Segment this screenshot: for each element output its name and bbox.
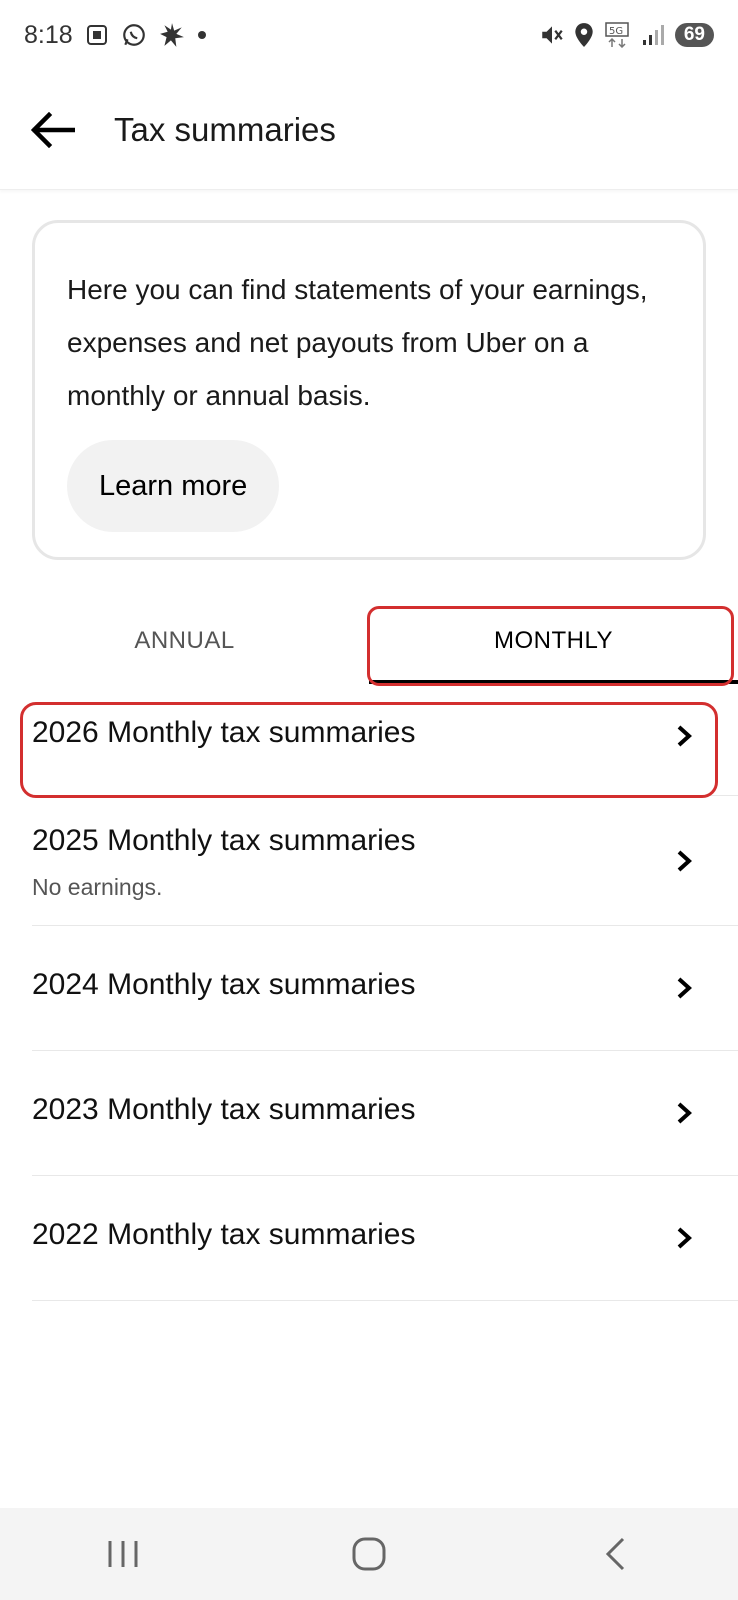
location-icon <box>573 22 595 48</box>
recent-apps-icon <box>108 1541 138 1567</box>
tab-bar: ANNUAL MONTHLY <box>0 596 738 686</box>
tab-monthly[interactable]: MONTHLY <box>369 596 738 686</box>
svg-text:5G: 5G <box>609 26 623 37</box>
home-icon <box>352 1537 386 1571</box>
mute-icon <box>539 22 565 48</box>
status-time: 8:18 <box>24 20 73 49</box>
list-item-2022[interactable]: 2022 Monthly tax summaries <box>32 1176 738 1301</box>
tab-selected-indicator <box>369 680 738 684</box>
chevron-right-icon <box>677 1102 692 1124</box>
info-text: Here you can find statements of your ear… <box>67 274 648 411</box>
battery-icon: 69 <box>674 23 714 47</box>
summary-list: 2026 Monthly tax summaries 2025 Monthly … <box>0 686 738 1301</box>
list-item-2026[interactable]: 2026 Monthly tax summaries <box>32 686 738 796</box>
back-button[interactable] <box>26 103 80 157</box>
tab-annual[interactable]: ANNUAL <box>0 596 369 686</box>
status-right: 5G 69 <box>539 22 714 48</box>
burst-icon <box>159 22 185 48</box>
list-item-subtitle: No earnings. <box>32 874 163 900</box>
chevron-right-icon <box>677 977 692 999</box>
list-item-title: 2023 Monthly tax summaries <box>32 1093 416 1126</box>
learn-more-button[interactable]: Learn more <box>67 440 280 532</box>
recent-apps-button[interactable] <box>83 1514 163 1594</box>
list-item-2023[interactable]: 2023 Monthly tax summaries <box>32 1051 738 1176</box>
system-nav-bar <box>0 1508 738 1600</box>
screenshot-icon <box>85 23 109 47</box>
list-item-title: 2024 Monthly tax summaries <box>32 968 416 1001</box>
back-icon <box>605 1537 625 1571</box>
app-bar: Tax summaries <box>0 70 738 190</box>
list-item-2025[interactable]: 2025 Monthly tax summaries No earnings. <box>32 796 738 926</box>
page-title: Tax summaries <box>114 110 336 148</box>
chevron-right-icon <box>677 850 692 872</box>
chevron-right-icon <box>677 725 692 747</box>
home-button[interactable] <box>329 1514 409 1594</box>
list-item-title: 2026 Monthly tax summaries <box>32 716 416 749</box>
whatsapp-icon <box>121 22 147 48</box>
list-item-2024[interactable]: 2024 Monthly tax summaries <box>32 926 738 1051</box>
system-back-button[interactable] <box>575 1514 655 1594</box>
info-card: Here you can find statements of your ear… <box>32 220 706 560</box>
arrow-left-icon <box>31 111 75 148</box>
chevron-right-icon <box>677 1227 692 1249</box>
signal-icon <box>641 23 667 47</box>
list-item-title: 2022 Monthly tax summaries <box>32 1218 416 1251</box>
5g-icon: 5G <box>603 22 633 48</box>
status-left: 8:18 <box>24 21 207 50</box>
list-item-title: 2025 Monthly tax summaries <box>32 824 416 857</box>
status-bar: 8:18 5G 69 <box>0 0 738 70</box>
notification-dot-icon <box>197 30 207 40</box>
